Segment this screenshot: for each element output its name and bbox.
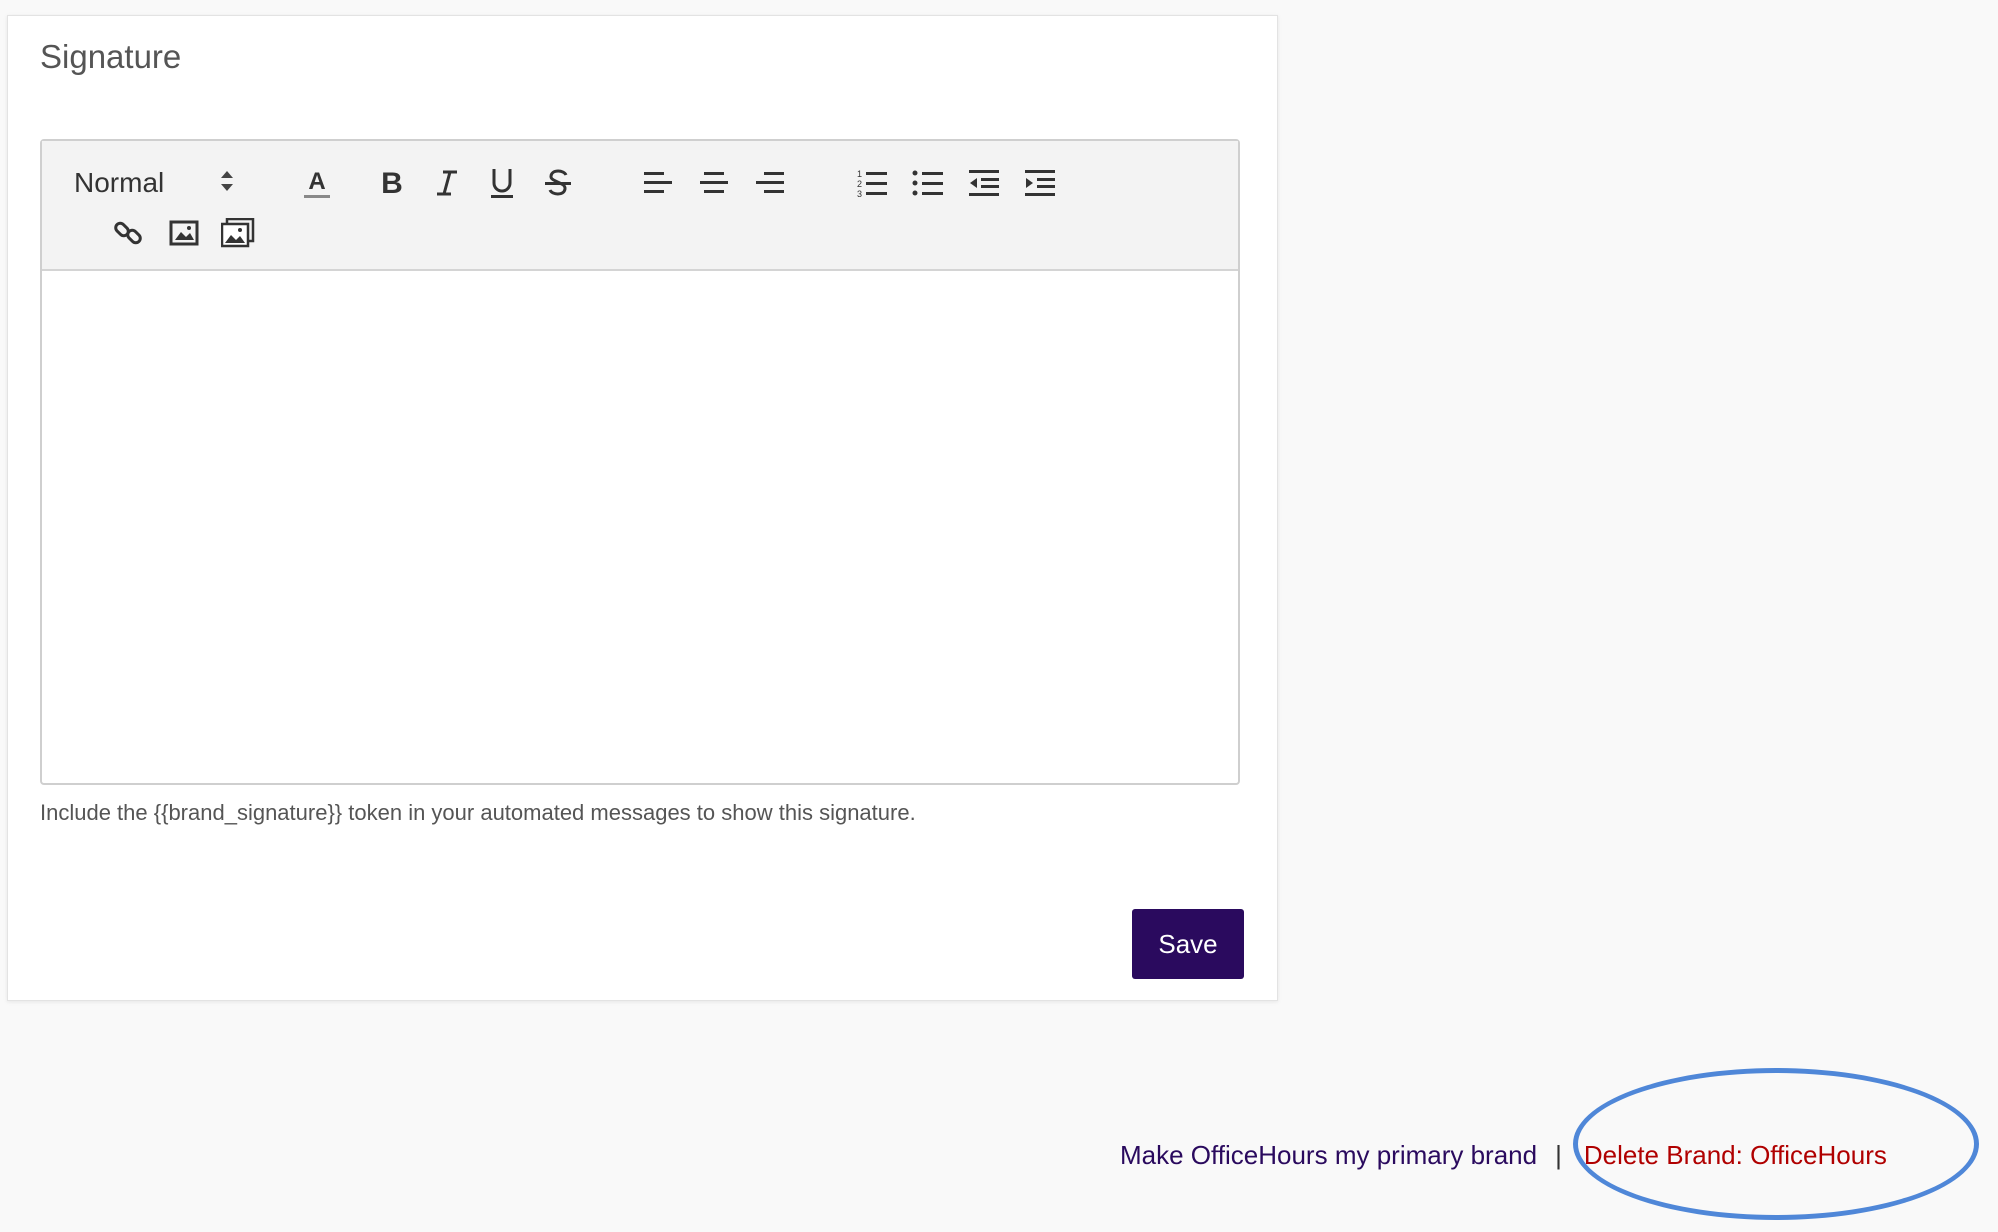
align-left-icon[interactable]	[638, 161, 678, 205]
svg-text:1: 1	[857, 169, 862, 179]
select-arrows-icon	[220, 169, 234, 193]
svg-text:2: 2	[857, 179, 862, 189]
editor-content-area[interactable]	[42, 271, 1238, 783]
svg-text:3: 3	[857, 189, 862, 198]
indent-icon[interactable]	[1020, 161, 1060, 205]
format-select-value: Normal	[74, 167, 165, 198]
svg-text:B: B	[381, 167, 403, 200]
align-right-icon[interactable]	[750, 161, 790, 205]
underline-icon[interactable]	[482, 161, 522, 205]
gallery-icon[interactable]	[218, 211, 258, 255]
align-center-icon[interactable]	[694, 161, 734, 205]
ordered-list-icon[interactable]: 123	[852, 161, 892, 205]
signature-title: Signature	[40, 38, 182, 75]
bold-icon[interactable]: B	[372, 161, 412, 205]
outdent-icon[interactable]	[964, 161, 1004, 205]
editor-toolbar: Normal A B 1 2 3	[42, 141, 1238, 271]
signature-card: Signature Normal A B 1 2 3 Include the {…	[7, 15, 1278, 1001]
bullet-list-icon[interactable]	[908, 161, 948, 205]
rich-text-editor: Normal A B 1 2 3	[40, 139, 1240, 785]
text-color-icon[interactable]: A	[297, 161, 337, 205]
delete-brand-link[interactable]: Delete Brand: OfficeHours	[1584, 1140, 1887, 1170]
brand-actions: Make OfficeHours my primary brand | Delete…	[1120, 1140, 1887, 1171]
image-icon[interactable]	[164, 211, 204, 255]
link-separator: |	[1555, 1140, 1562, 1170]
make-primary-brand-link[interactable]: Make OfficeHours my primary brand	[1120, 1140, 1537, 1170]
strikethrough-icon[interactable]	[538, 161, 578, 205]
save-button[interactable]: Save	[1132, 909, 1244, 979]
svg-text:A: A	[308, 168, 325, 195]
signature-hint-text: Include the {{brand_signature}} token in…	[40, 800, 916, 825]
link-icon[interactable]	[108, 211, 148, 255]
italic-icon[interactable]	[427, 161, 467, 205]
format-select[interactable]: Normal	[74, 161, 234, 205]
